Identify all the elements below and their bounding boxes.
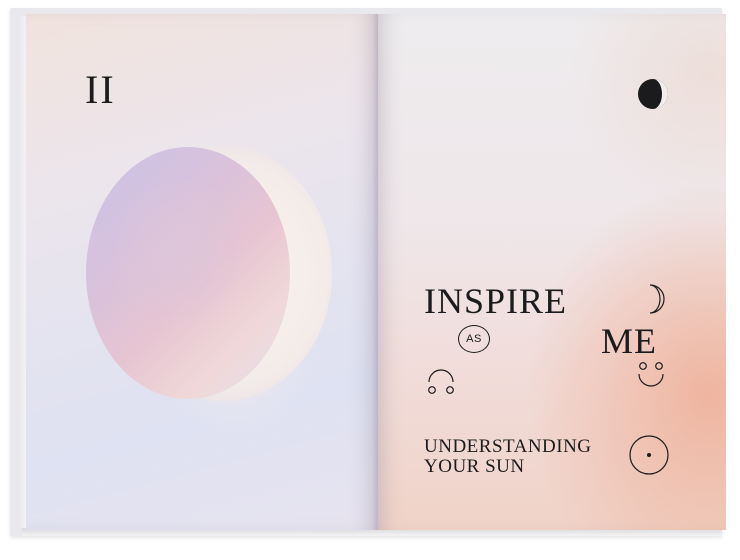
subtitle-line-2: YOUR SUN <box>424 456 525 477</box>
title-me: ME <box>601 321 657 361</box>
as-badge: AS <box>458 325 490 353</box>
crescent-moon-icon <box>649 284 665 314</box>
sun-symbol-icon <box>629 435 669 475</box>
subtitle: UNDERSTANDING YOUR SUN <box>424 437 592 477</box>
dark-moon-icon <box>638 79 668 109</box>
title-inspire: INSPIRE <box>424 281 568 321</box>
subtitle-line-1: UNDERSTANDING <box>424 436 592 457</box>
chapter-numeral: II <box>85 67 116 112</box>
taurus-symbol-icon-right <box>638 362 664 387</box>
taurus-symbol-icon <box>428 369 454 394</box>
moon-illustration <box>86 145 332 401</box>
